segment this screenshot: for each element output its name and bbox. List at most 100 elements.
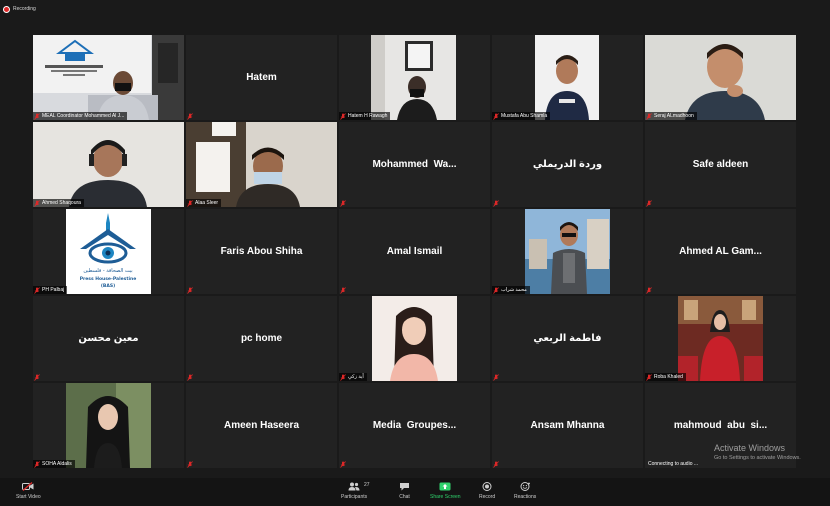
participant-tile[interactable]: Mustafa Abu Shamla xyxy=(492,35,643,120)
participant-name-tag xyxy=(186,460,198,468)
watermark-subtitle: Go to Settings to activate Windows. xyxy=(714,455,801,461)
record-label: Record xyxy=(479,494,496,500)
participant-name-tag xyxy=(492,373,504,381)
muted-mic-icon xyxy=(340,199,346,207)
record-icon xyxy=(482,482,492,491)
participant-video xyxy=(33,122,184,207)
logo-english-line: Press House-Palestine xyxy=(80,276,137,282)
participant-name: Alaa Sleer xyxy=(195,200,219,206)
participant-display-name: Amal Ismail xyxy=(386,246,443,257)
participant-tile[interactable]: Ameen Haseera xyxy=(186,383,337,468)
participant-video xyxy=(525,209,610,294)
participant-tile[interactable]: Mohammed Wa... xyxy=(339,122,490,207)
participant-tile[interactable]: Alaa Sleer xyxy=(186,122,337,207)
muted-mic-icon xyxy=(646,373,652,381)
muted-mic-icon xyxy=(493,199,499,207)
participant-name-tag: آية زكي xyxy=(339,373,367,381)
participant-tile[interactable]: Seraj ALmadhoon xyxy=(645,35,796,120)
muted-mic-icon xyxy=(34,373,40,381)
participant-tile[interactable]: pc home xyxy=(186,296,337,381)
participant-name-tag xyxy=(492,460,504,468)
participant-video: بيت الصحافة - فلسطين Press House-Palesti… xyxy=(66,209,151,294)
participant-name: Ahmed Shaqoura xyxy=(42,200,81,206)
participant-name-tag: محمد شراب xyxy=(492,286,530,294)
participant-display-name: Safe aldeen xyxy=(692,159,749,170)
participant-name-tag: MEAL Coordinator Mohammed Al J... xyxy=(33,112,128,120)
muted-mic-icon xyxy=(493,460,499,468)
participant-name-tag xyxy=(339,199,351,207)
participant-tile[interactable]: آية زكي xyxy=(339,296,490,381)
muted-mic-icon xyxy=(493,112,499,120)
reactions-smiley-icon xyxy=(520,482,530,491)
participant-tile[interactable]: فاطمة الربعي xyxy=(492,296,643,381)
muted-mic-icon xyxy=(187,112,193,120)
muted-mic-icon xyxy=(646,286,652,294)
participant-name-tag xyxy=(645,199,657,207)
participant-name: Mustafa Abu Shamla xyxy=(501,113,548,119)
participant-tile[interactable]: Media Groupes... xyxy=(339,383,490,468)
reactions-label: Reactions xyxy=(514,494,537,500)
participant-name-tag: Roba Khaled xyxy=(645,373,686,381)
chat-label: Chat xyxy=(399,494,410,500)
chat-bubble-icon xyxy=(400,483,409,491)
muted-mic-icon xyxy=(34,112,40,120)
participants-icon xyxy=(348,482,360,491)
participant-display-name: Mohammed Wa... xyxy=(372,159,457,170)
participant-status: Connecting to audio ... xyxy=(648,461,699,467)
muted-mic-icon xyxy=(340,373,346,381)
participant-tile[interactable]: Amal Ismail xyxy=(339,209,490,294)
participant-display-name: Ansam Mhanna xyxy=(530,420,605,431)
chat-button[interactable]: Chat xyxy=(399,482,410,500)
participant-tile[interactable]: محمد شراب xyxy=(492,209,643,294)
participant-tile[interactable]: Ahmed Shaqoura xyxy=(33,122,184,207)
muted-mic-icon xyxy=(187,286,193,294)
muted-mic-icon xyxy=(340,286,346,294)
participant-name-tag: Ahmed Shaqoura xyxy=(33,199,84,207)
record-button[interactable]: Record xyxy=(479,482,495,500)
recording-label: Recording xyxy=(13,6,36,12)
share-screen-button[interactable]: Share Screen xyxy=(430,482,461,500)
participant-display-name: وردة الدريملي xyxy=(532,159,603,170)
participant-video xyxy=(66,383,151,468)
participant-video xyxy=(645,35,796,120)
participant-tile[interactable]: Faris Abou Shiha xyxy=(186,209,337,294)
participant-name-tag xyxy=(645,286,657,294)
participants-count: 27 xyxy=(364,482,370,488)
reactions-button[interactable]: Reactions xyxy=(514,482,536,500)
muted-mic-icon xyxy=(646,112,652,120)
muted-mic-icon xyxy=(187,460,193,468)
participant-tile[interactable]: معين محسن xyxy=(33,296,184,381)
participant-tile[interactable]: MEAL Coordinator Mohammed Al J... xyxy=(33,35,184,120)
participant-tile[interactable]: Hatem xyxy=(186,35,337,120)
meeting-toolbar: Start Video Participants 27 Chat Share S… xyxy=(0,478,830,506)
participant-tile[interactable]: بيت الصحافة - فلسطين Press House-Palesti… xyxy=(33,209,184,294)
participant-name-tag xyxy=(33,373,45,381)
participant-tile[interactable]: Roba Khaled xyxy=(645,296,796,381)
participant-name-tag: SOHA Aldalis xyxy=(33,460,75,468)
participant-name: آية زكي xyxy=(348,374,364,380)
participant-tile[interactable]: Ansam Mhanna xyxy=(492,383,643,468)
participant-video xyxy=(33,35,184,120)
participant-name: Hatem H Rawagh xyxy=(348,113,388,119)
participant-name: محمد شراب xyxy=(501,287,527,293)
logo-abbrev-line: (BAS) xyxy=(101,283,115,289)
participant-video xyxy=(678,296,763,381)
participant-tile[interactable]: Safe aldeen xyxy=(645,122,796,207)
participant-video xyxy=(371,35,456,120)
participant-name: SOHA Aldalis xyxy=(42,461,72,467)
share-screen-icon xyxy=(439,482,451,491)
participant-tile[interactable]: Hatem H Rawagh xyxy=(339,35,490,120)
participant-tile[interactable]: SOHA Aldalis xyxy=(33,383,184,468)
participant-display-name: Faris Abou Shiha xyxy=(220,246,303,257)
participant-name: Roba Khaled xyxy=(654,374,683,380)
participant-name: PH Palbaj xyxy=(42,287,65,293)
participant-name-tag: Alaa Sleer xyxy=(186,199,222,207)
muted-mic-icon xyxy=(187,373,193,381)
participant-video xyxy=(186,122,337,207)
participant-tile[interactable]: وردة الدريملي xyxy=(492,122,643,207)
participant-tile[interactable]: Ahmed AL Gam... xyxy=(645,209,796,294)
recording-dot-icon xyxy=(3,5,10,13)
participant-name-tag: Seraj ALmadhoon xyxy=(645,112,697,120)
muted-mic-icon xyxy=(493,373,499,381)
start-video-button[interactable]: Start Video xyxy=(16,482,41,500)
